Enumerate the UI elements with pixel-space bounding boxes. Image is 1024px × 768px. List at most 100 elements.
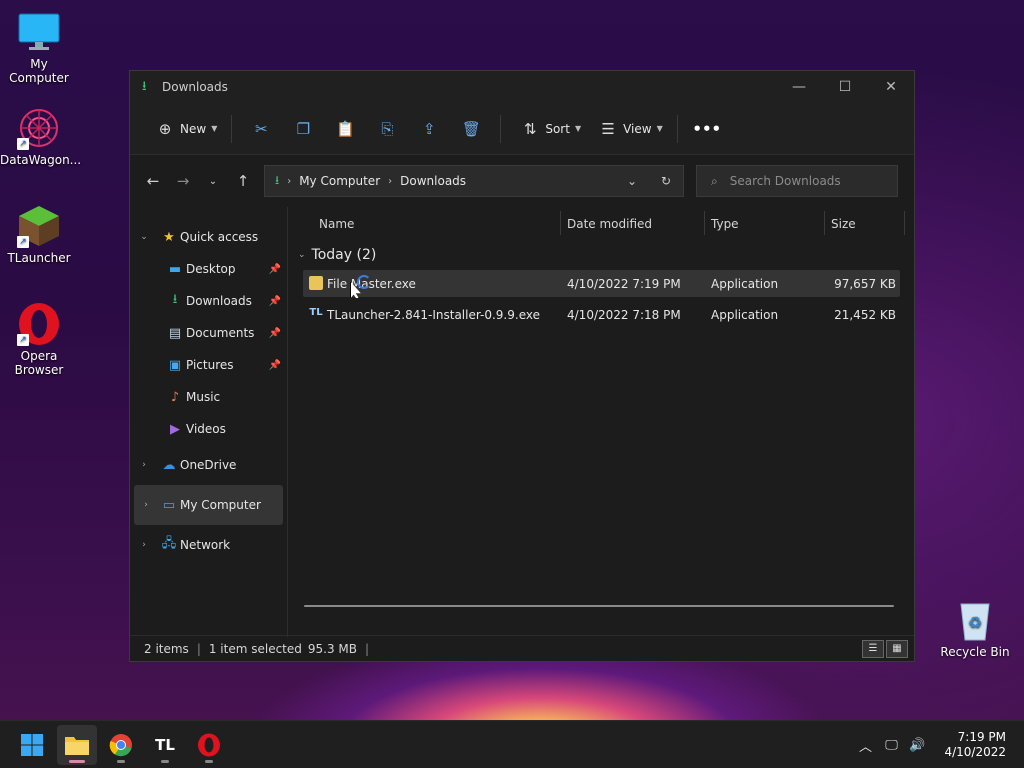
- pin-icon[interactable]: 📌: [269, 360, 281, 371]
- taskbar-file-explorer[interactable]: [57, 725, 97, 765]
- column-header-name[interactable]: Name: [319, 217, 354, 231]
- file-row[interactable]: TL TLauncher-2.841-Installer-0.9.9.exe 4…: [303, 301, 900, 328]
- minimize-button[interactable]: —: [776, 79, 822, 95]
- recent-locations-button[interactable]: ⌄: [198, 176, 228, 187]
- taskbar-opera[interactable]: [189, 725, 229, 765]
- share-button[interactable]: ⇪: [408, 113, 450, 145]
- taskbar-chrome[interactable]: [101, 725, 141, 765]
- desktop-icon-tlauncher[interactable]: ↗ TLauncher: [0, 204, 78, 265]
- search-box[interactable]: ⌕: [696, 165, 898, 197]
- tiles-view-button[interactable]: ▦: [886, 640, 908, 658]
- column-header-size[interactable]: Size: [831, 217, 856, 231]
- sidebar-item-desktop[interactable]: ▬ Desktop 📌: [130, 253, 287, 285]
- chevron-up-icon[interactable]: ︿: [852, 736, 878, 755]
- address-bar-row: ← → ⌄ ↑ ⭳ › My Computer › Downloads ⌄ ↻ …: [130, 155, 914, 207]
- tlauncher-icon: TL: [155, 736, 175, 754]
- pin-icon[interactable]: 📌: [269, 296, 281, 307]
- group-header-today[interactable]: ⌄ Today (2): [298, 247, 376, 263]
- column-header-type[interactable]: Type: [711, 217, 739, 231]
- sidebar-network[interactable]: › 🖧 Network: [130, 525, 287, 565]
- sidebar-quick-access[interactable]: ⌄ ★ Quick access: [130, 221, 287, 253]
- shortcut-arrow-icon: ↗: [17, 236, 29, 248]
- toolbar-divider: [500, 114, 502, 143]
- close-button[interactable]: ✕: [868, 79, 914, 95]
- desktop-icon-recycle-bin[interactable]: ♻ Recycle Bin: [936, 598, 1014, 659]
- window-title: Downloads: [162, 80, 228, 94]
- file-explorer-window[interactable]: ⭳ Downloads — ☐ ✕ ⊕ New ▼ ✂ ❐ 📋 ⎘ ⇪ 🗑 ⇅ …: [129, 70, 915, 662]
- address-dropdown-button[interactable]: ⌄: [615, 174, 649, 188]
- running-indicator: [117, 760, 125, 763]
- start-button[interactable]: [12, 725, 52, 765]
- running-indicator: [161, 760, 169, 763]
- column-divider[interactable]: [704, 211, 705, 235]
- desktop-icon-opera[interactable]: ↗ Opera Browser: [0, 302, 78, 377]
- breadcrumb-my-computer[interactable]: My Computer: [299, 174, 380, 188]
- column-divider[interactable]: [824, 211, 825, 235]
- sidebar-label: OneDrive: [180, 458, 237, 472]
- share-icon: ⇪: [423, 119, 436, 138]
- title-bar[interactable]: ⭳ Downloads — ☐ ✕: [130, 71, 914, 103]
- sidebar-label: Downloads: [186, 294, 252, 308]
- address-bar[interactable]: ⭳ › My Computer › Downloads ⌄ ↻: [264, 165, 684, 197]
- desktop-icon-my-computer[interactable]: My Computer: [0, 10, 78, 85]
- busy-spinner-icon: [357, 275, 371, 289]
- picture-icon: ▣: [168, 357, 182, 373]
- status-divider: |: [196, 641, 201, 656]
- download-icon: ⭳: [142, 79, 147, 94]
- pin-icon[interactable]: 📌: [269, 328, 281, 339]
- rename-button[interactable]: ⎘: [366, 113, 408, 145]
- maximize-button[interactable]: ☐: [822, 79, 868, 95]
- more-options-button[interactable]: •••: [686, 113, 728, 145]
- list-view-icon: ☰: [601, 119, 615, 138]
- pin-icon[interactable]: 📌: [269, 264, 281, 275]
- sidebar-onedrive[interactable]: › ☁ OneDrive: [130, 445, 287, 485]
- command-bar: ⊕ New ▼ ✂ ❐ 📋 ⎘ ⇪ 🗑 ⇅ Sort ▼ ☰ View ▼ ••…: [130, 103, 914, 155]
- paste-button[interactable]: 📋: [324, 113, 366, 145]
- column-divider[interactable]: [560, 211, 561, 235]
- group-label: Today (2): [311, 247, 377, 263]
- column-header-date[interactable]: Date modified: [567, 217, 652, 231]
- breadcrumb-downloads[interactable]: Downloads: [400, 174, 466, 188]
- taskbar-tlauncher[interactable]: TL: [145, 725, 185, 765]
- sidebar-item-downloads[interactable]: ⭳ Downloads 📌: [130, 285, 287, 317]
- horizontal-scrollbar[interactable]: [304, 605, 894, 607]
- view-button[interactable]: ☰ View ▼: [587, 113, 669, 145]
- sort-arrows-icon: ⇅: [524, 119, 537, 138]
- chevron-right-icon: ›: [142, 460, 146, 470]
- desktop-icon-datawagon[interactable]: ↗ DataWagon...: [0, 106, 81, 167]
- cut-button[interactable]: ✂: [240, 113, 282, 145]
- refresh-button[interactable]: ↻: [649, 174, 683, 188]
- windows-logo-icon: [21, 734, 43, 756]
- chevron-down-icon: ⌄: [140, 232, 148, 242]
- running-indicator: [205, 760, 213, 763]
- selection-count: 1 item selected: [208, 641, 302, 656]
- desktop-icon-label: Opera Browser: [14, 349, 64, 377]
- item-count: 2 items: [144, 641, 189, 656]
- sort-button[interactable]: ⇅ Sort ▼: [509, 113, 587, 145]
- new-button[interactable]: ⊕ New ▼: [144, 113, 223, 145]
- clock[interactable]: 7:19 PM 4/10/2022: [930, 730, 1024, 760]
- delete-button[interactable]: 🗑: [450, 113, 492, 145]
- sidebar-item-documents[interactable]: ▤ Documents 📌: [130, 317, 287, 349]
- sidebar-item-videos[interactable]: ▶ Videos: [130, 413, 287, 445]
- sidebar-my-computer[interactable]: › ▭ My Computer: [134, 485, 283, 525]
- sidebar-item-pictures[interactable]: ▣ Pictures 📌: [130, 349, 287, 381]
- selection-size: 95.3 MB: [307, 641, 358, 656]
- search-input[interactable]: [729, 174, 880, 188]
- volume-icon[interactable]: 🔊: [904, 738, 930, 753]
- sidebar-label: Music: [186, 390, 221, 404]
- details-view-button[interactable]: ☰: [862, 640, 884, 658]
- chevron-down-icon: ▼: [211, 124, 218, 133]
- file-row[interactable]: File Master.exe 4/10/2022 7:19 PM Applic…: [303, 270, 900, 297]
- back-button[interactable]: ←: [138, 172, 168, 190]
- network-status-icon[interactable]: 🖵: [878, 738, 904, 753]
- sidebar-item-music[interactable]: ♪ Music: [130, 381, 287, 413]
- up-button[interactable]: ↑: [228, 172, 258, 190]
- copy-button[interactable]: ❐: [282, 113, 324, 145]
- monitor-icon: [17, 10, 61, 54]
- sidebar-label: Videos: [186, 422, 226, 436]
- file-list[interactable]: Name Date modified Type Size ⌄ Today (2)…: [288, 207, 914, 637]
- datawagon-icon: ↗: [17, 106, 61, 150]
- column-divider[interactable]: [904, 211, 905, 235]
- forward-button[interactable]: →: [168, 172, 198, 190]
